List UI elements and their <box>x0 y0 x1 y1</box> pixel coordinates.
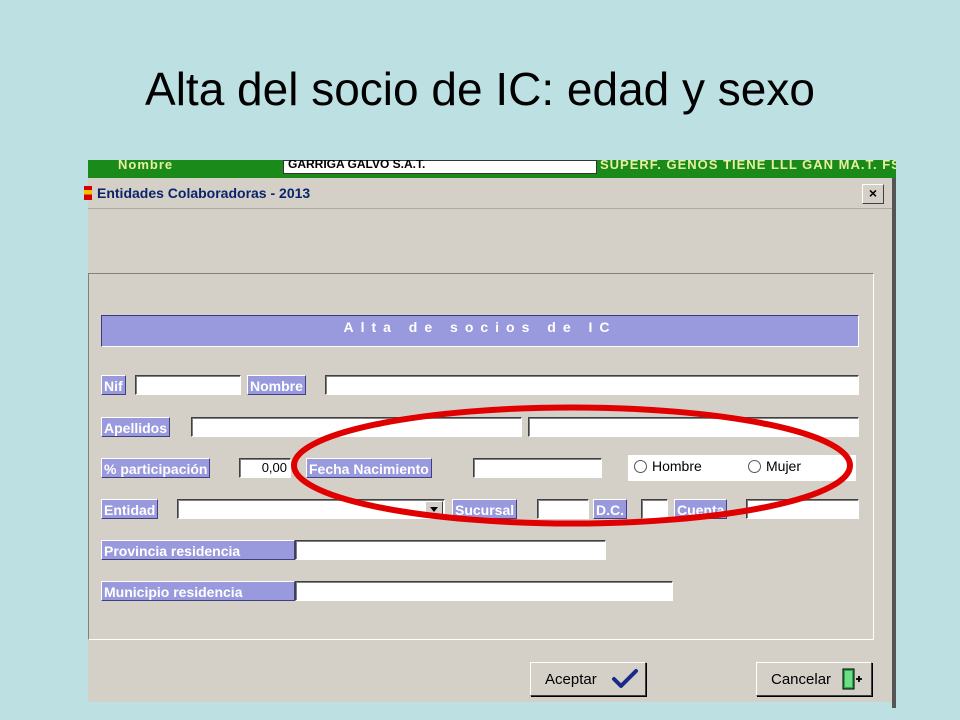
label-provincia: Provincia residencia <box>101 540 295 560</box>
label-nif: Nif <box>101 375 126 395</box>
radio-mujer-label[interactable]: Mujer <box>766 458 801 474</box>
apellido2-input[interactable] <box>528 417 859 437</box>
background-name-value: GARRIGA GALVO S.A.T. <box>288 160 426 171</box>
label-sucursal: Sucursal <box>452 499 518 519</box>
background-app-strip: Nombre GARRIGA GALVO S.A.T. SUPERF. GENO… <box>88 160 896 178</box>
cancelar-label: Cancelar <box>771 671 832 688</box>
label-municipio: Municipio residencia <box>101 581 295 601</box>
form-header: Alta de socios de IC <box>101 315 859 347</box>
participacion-input[interactable]: 0,00 <box>239 458 291 478</box>
slide-title: Alta del socio de IC: edad y sexo <box>145 63 815 115</box>
exit-door-icon <box>842 668 862 690</box>
entidad-select[interactable] <box>177 499 445 519</box>
nombre-input[interactable] <box>325 375 859 395</box>
nif-input[interactable] <box>135 375 241 395</box>
label-fecha-nacimiento: Fecha Nacimiento <box>306 458 432 478</box>
label-participacion: % participación <box>101 458 211 478</box>
background-label: Nombre <box>118 160 174 172</box>
background-right-text: SUPERF. GENOS TIENE LLL GAN MA.T. FS <box>600 160 896 172</box>
chevron-down-icon[interactable] <box>425 501 443 517</box>
window-edge <box>892 178 896 708</box>
fecha-nacimiento-input[interactable] <box>473 458 602 478</box>
label-dc: D.C. <box>593 499 627 519</box>
provincia-input[interactable] <box>295 540 606 560</box>
apellido1-input[interactable] <box>191 417 522 437</box>
form-header-text: Alta de socios de IC <box>343 319 617 335</box>
dc-input[interactable] <box>641 499 668 519</box>
municipio-input[interactable] <box>295 581 673 601</box>
label-entidad: Entidad <box>101 499 159 519</box>
aceptar-button[interactable]: Aceptar <box>530 662 646 696</box>
sucursal-input[interactable] <box>537 499 589 519</box>
checkmark-icon <box>612 669 638 688</box>
radio-hombre[interactable] <box>634 460 647 473</box>
background-name-field: GARRIGA GALVO S.A.T. <box>283 160 597 174</box>
label-cuenta: Cuenta <box>674 499 728 519</box>
cuenta-input[interactable] <box>746 499 859 519</box>
radio-hombre-label[interactable]: Hombre <box>652 458 702 474</box>
radio-mujer[interactable] <box>748 460 761 473</box>
label-apellidos: Apellidos <box>101 417 171 437</box>
sexo-radio-group: Hombre Mujer <box>628 455 856 481</box>
aceptar-label: Aceptar <box>545 671 597 688</box>
form-content: Alta de socios de IC Nif Nombre Apellido… <box>88 178 892 702</box>
cancelar-button[interactable]: Cancelar <box>756 662 872 696</box>
label-nombre: Nombre <box>247 375 306 395</box>
